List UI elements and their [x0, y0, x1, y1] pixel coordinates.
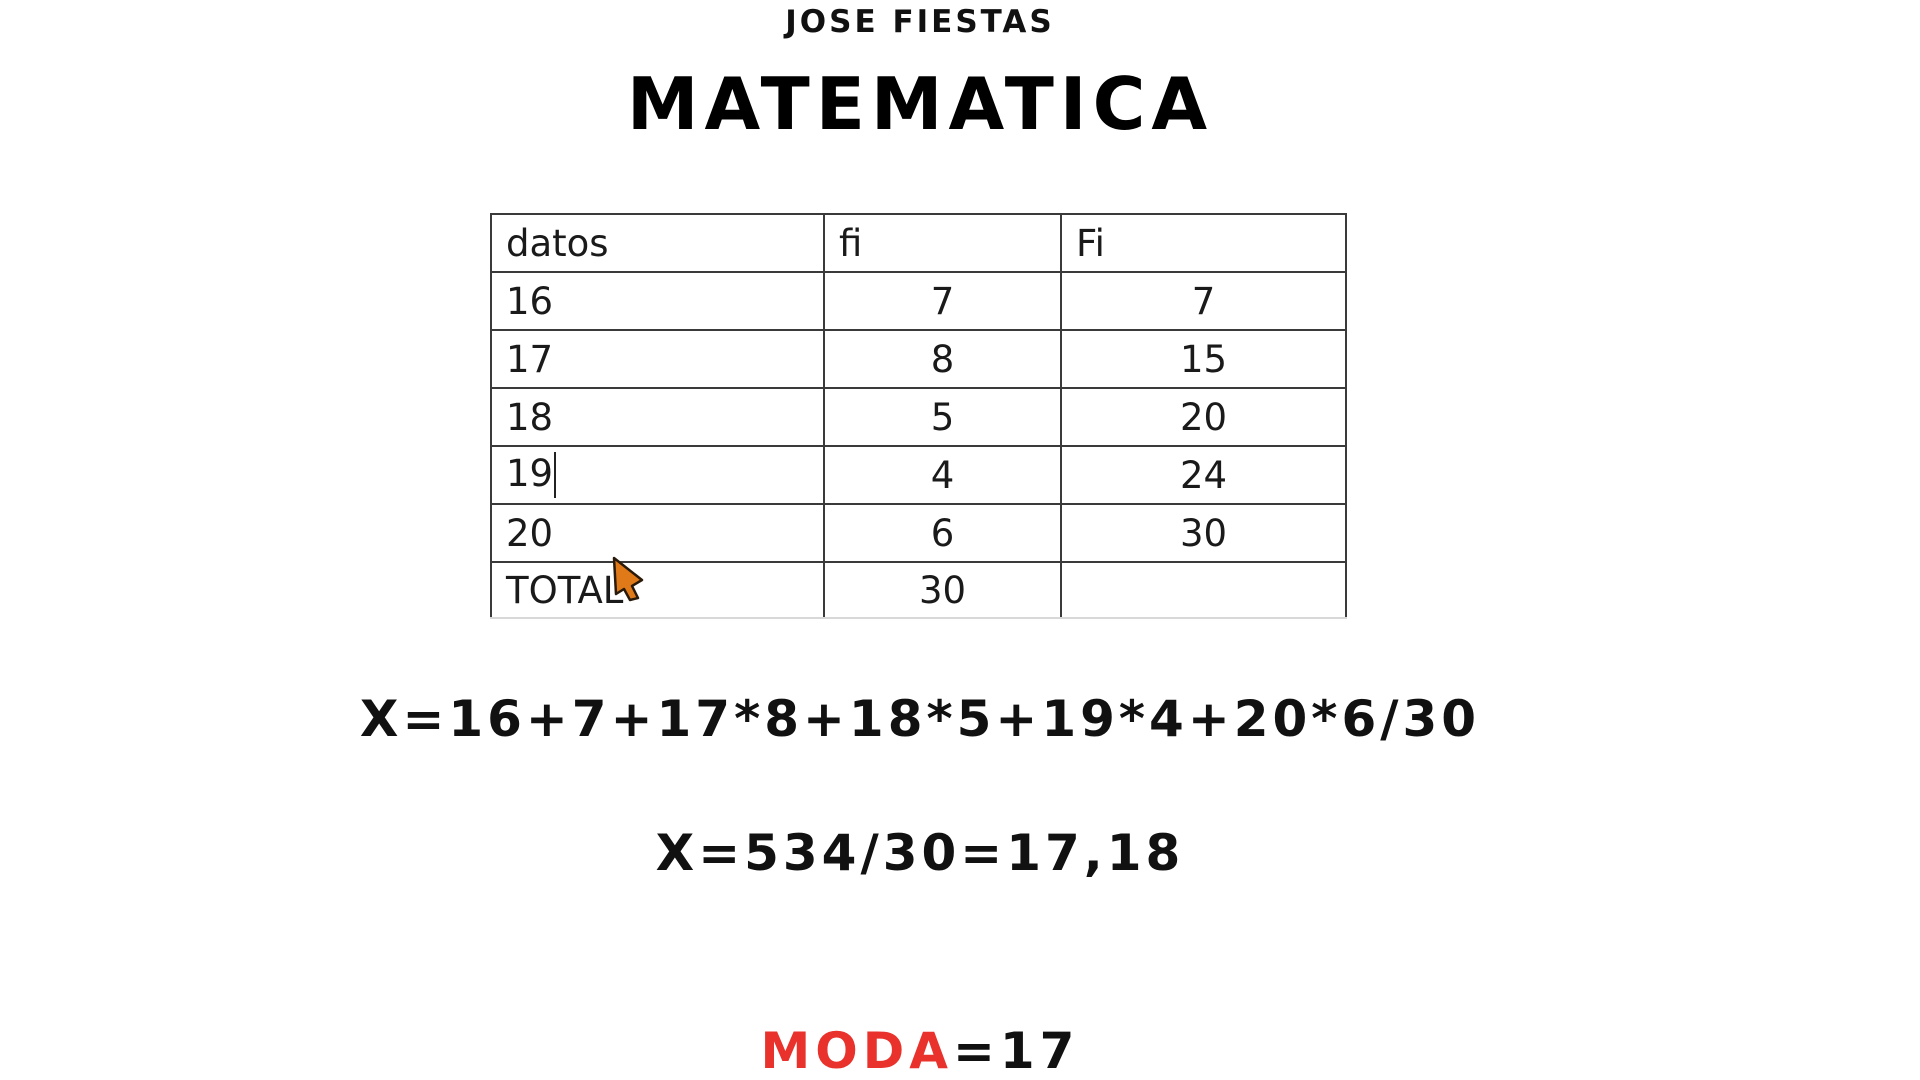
mouse-pointer-icon [612, 556, 644, 602]
header-datos: datos [490, 213, 825, 273]
mode-label: MODA [760, 1022, 953, 1080]
cell-datos: 20 [490, 503, 825, 563]
cell-Fi: 7 [1060, 271, 1347, 331]
cell-Fi: 30 [1060, 503, 1347, 563]
cell-fi: 7 [823, 271, 1062, 331]
cell-fi: 6 [823, 503, 1062, 563]
cell-datos: TOTAL [490, 561, 825, 619]
cell-Fi [1060, 561, 1347, 619]
cell-datos: 17 [490, 329, 825, 389]
cell-datos: 18 [490, 387, 825, 447]
cell-datos: 16 [490, 271, 825, 331]
mode-value: =17 [952, 1022, 1080, 1080]
page-title: MATEMATICA [626, 62, 1214, 146]
table-row: 20 6 30 [490, 503, 1347, 563]
cell-Fi: 24 [1060, 445, 1347, 505]
cell-Fi: 20 [1060, 387, 1347, 447]
text-caret [554, 452, 557, 499]
author-name: JOSE FIESTAS [785, 4, 1055, 40]
cell-Fi: 15 [1060, 329, 1347, 389]
table-row: 19 4 24 [490, 445, 1347, 505]
table-header-row: datos fi Fi [490, 213, 1347, 273]
table-row: 16 7 7 [490, 271, 1347, 331]
cell-datos-text: 19 [506, 451, 554, 495]
mean-formula: X=16+7+17*8+18*5+19*4+20*6/30 [359, 690, 1481, 748]
mean-result: X=534/30=17,18 [655, 824, 1185, 882]
cell-fi: 8 [823, 329, 1062, 389]
header-Fi: Fi [1060, 213, 1347, 273]
mode-line: MODA=17 [0, 1022, 1840, 1080]
cell-datos: 19 [490, 445, 825, 505]
cell-fi: 4 [823, 445, 1062, 505]
header-fi: fi [823, 213, 1062, 273]
cell-fi: 30 [823, 561, 1062, 619]
table-row: 17 8 15 [490, 329, 1347, 389]
cell-fi: 5 [823, 387, 1062, 447]
table-row: 18 5 20 [490, 387, 1347, 447]
